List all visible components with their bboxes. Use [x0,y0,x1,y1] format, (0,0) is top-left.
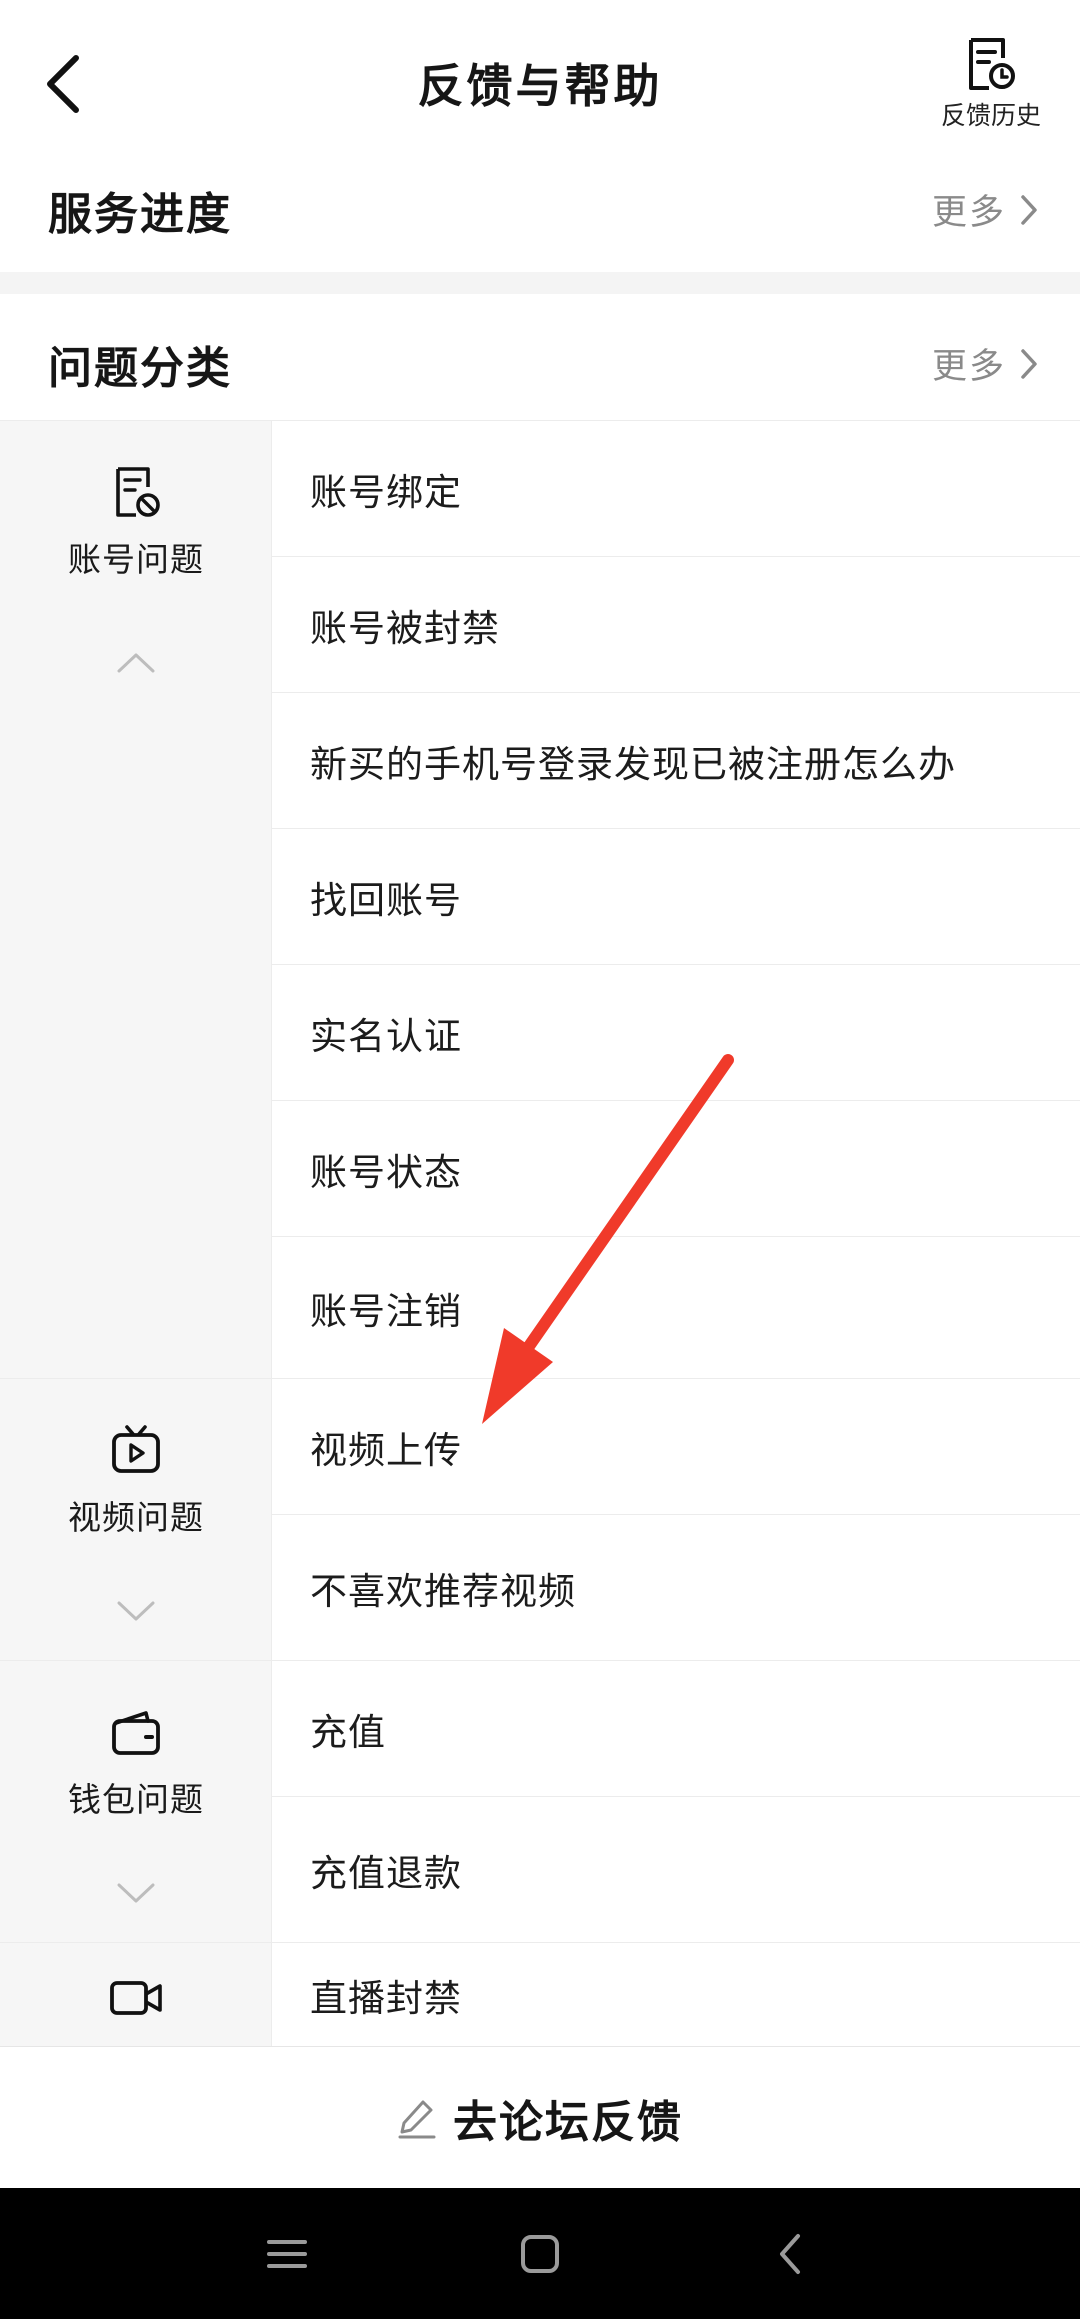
wallet-icon [112,1711,160,1755]
category-tab-video[interactable]: 视频问题 [0,1379,272,1660]
list-item[interactable]: 直播封禁 [272,1943,1080,2047]
list-item[interactable]: 找回账号 [272,829,1080,965]
list-item[interactable]: 账号注销 [272,1237,1080,1379]
problem-category-title: 问题分类 [48,343,232,394]
chevron-up-icon[interactable] [114,649,158,677]
problem-category-more[interactable]: 更多 [932,338,1038,389]
list-item[interactable]: 新买的手机号登录发现已被注册怎么办 [272,693,1080,829]
category-group-video: 视频问题 视频上传 不喜欢推荐视频 [0,1379,1080,1661]
chevron-down-icon[interactable] [114,1597,158,1625]
forum-feedback-button[interactable]: 去论坛反馈 [0,2046,1080,2188]
category-label: 视频问题 [68,1498,204,1537]
chevron-down-icon[interactable] [114,1879,158,1907]
service-progress-title: 服务进度 [48,189,232,240]
category-group-account: 账号问题 账号绑定 账号被封禁 新买的手机号登录发现已被注册怎么办 找回账号 实… [0,421,1080,1379]
category-group-live: 直播封禁 [0,1943,1080,2047]
list-item[interactable]: 账号状态 [272,1101,1080,1237]
home-icon[interactable] [508,2222,572,2286]
feedback-history-label: 反馈历史 [940,101,1041,130]
list-item[interactable]: 视频上传 [272,1379,1080,1515]
section-divider [0,272,1080,294]
list-item[interactable]: 账号被封禁 [272,557,1080,693]
tv-icon [112,1425,160,1473]
more-label: 更多 [931,193,1006,233]
chevron-right-icon [1021,194,1037,225]
category-items: 账号绑定 账号被封禁 新买的手机号登录发现已被注册怎么办 找回账号 实名认证 账… [272,421,1080,1379]
menu-icon[interactable] [255,2222,319,2286]
list-item[interactable]: 账号绑定 [272,421,1080,557]
problem-category-row[interactable]: 问题分类 更多 [0,300,1080,420]
chevron-right-icon [1021,348,1037,379]
service-progress-more[interactable]: 更多 [932,184,1038,235]
account-doc-icon [116,467,160,517]
category-panel: 账号问题 账号绑定 账号被封禁 新买的手机号登录发现已被注册怎么办 找回账号 实… [0,420,1080,2047]
category-tab-live[interactable] [0,1943,272,2047]
category-items: 直播封禁 [272,1943,1080,2047]
service-progress-row[interactable]: 服务进度 更多 [0,146,1080,266]
category-tab-account[interactable]: 账号问题 [0,421,272,1378]
category-label: 账号问题 [68,540,204,579]
video-camera-icon [110,1981,162,2015]
system-navigation-bar [0,2188,1080,2319]
back-icon[interactable] [760,2222,824,2286]
list-item[interactable]: 充值退款 [272,1797,1080,1942]
list-item[interactable]: 不喜欢推荐视频 [272,1515,1080,1660]
category-label: 钱包问题 [68,1780,204,1819]
feedback-history-button[interactable]: 反馈历史 [936,36,1046,136]
forum-feedback-label: 去论坛反馈 [453,2096,683,2148]
list-item[interactable]: 充值 [272,1661,1080,1797]
edit-pencil-icon [398,2100,436,2138]
page-title: 反馈与帮助 [417,59,663,113]
top-bar: 反馈与帮助 反馈历史 [0,0,1080,160]
history-document-icon [969,38,1015,90]
category-group-wallet: 钱包问题 充值 充值退款 [0,1661,1080,1943]
category-tab-wallet[interactable]: 钱包问题 [0,1661,272,1942]
list-item[interactable]: 实名认证 [272,965,1080,1101]
category-items: 视频上传 不喜欢推荐视频 [272,1379,1080,1660]
category-items: 充值 充值退款 [272,1661,1080,1942]
more-label: 更多 [931,347,1006,387]
